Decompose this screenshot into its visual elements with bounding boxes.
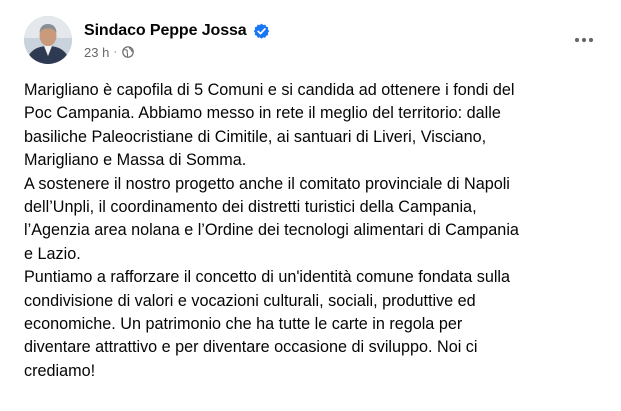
- verified-badge-icon: [253, 23, 270, 40]
- post-text-line: Marigliano e Massa di Somma.: [24, 151, 247, 170]
- post-body: Marigliano è capofila di 5 Comuni e si c…: [24, 79, 614, 383]
- post-text-line: Poc Campania. Abbiamo messo in rete il m…: [24, 104, 501, 123]
- author-name[interactable]: Sindaco Peppe Jossa: [84, 22, 247, 40]
- meta-separator: ·: [113, 46, 117, 58]
- facebook-post: Sindaco Peppe Jossa 23 h · Marigliano è …: [0, 0, 621, 411]
- post-meta: 23 h ·: [84, 43, 134, 61]
- post-text-line: Puntiamo a rafforzare il concetto di un'…: [24, 268, 511, 287]
- author-avatar[interactable]: [24, 16, 72, 64]
- post-text-line: A sostenere il nostro progetto anche il …: [24, 174, 510, 193]
- post-text-line: crediamo!: [24, 361, 96, 380]
- post-text-line: economiche. Un patrimonio che ha tutte l…: [24, 315, 463, 334]
- post-text-line: Marigliano è capofila di 5 Comuni e si c…: [24, 81, 515, 99]
- post-text-line: dell’Unpli, il coordinamento dei distret…: [24, 198, 477, 217]
- post-text-line: basiliche Paleocristiane di Cimitile, ai…: [24, 127, 487, 146]
- post-text-line: diventare attrattivo e per diventare occ…: [24, 338, 478, 357]
- author-line: Sindaco Peppe Jossa: [84, 19, 270, 43]
- post-text-line: e Lazio.: [24, 244, 81, 263]
- post-text-line: condivisione di valori e vocazioni cultu…: [24, 291, 476, 310]
- post-timestamp[interactable]: 23 h: [84, 45, 109, 60]
- avatar-photo: [24, 16, 72, 64]
- more-options-button[interactable]: [566, 26, 602, 54]
- more-options-icon: [574, 37, 594, 43]
- post-text-line: l’Agenzia area nolana e l’Ordine dei tec…: [24, 221, 519, 240]
- globe-icon[interactable]: [122, 46, 134, 58]
